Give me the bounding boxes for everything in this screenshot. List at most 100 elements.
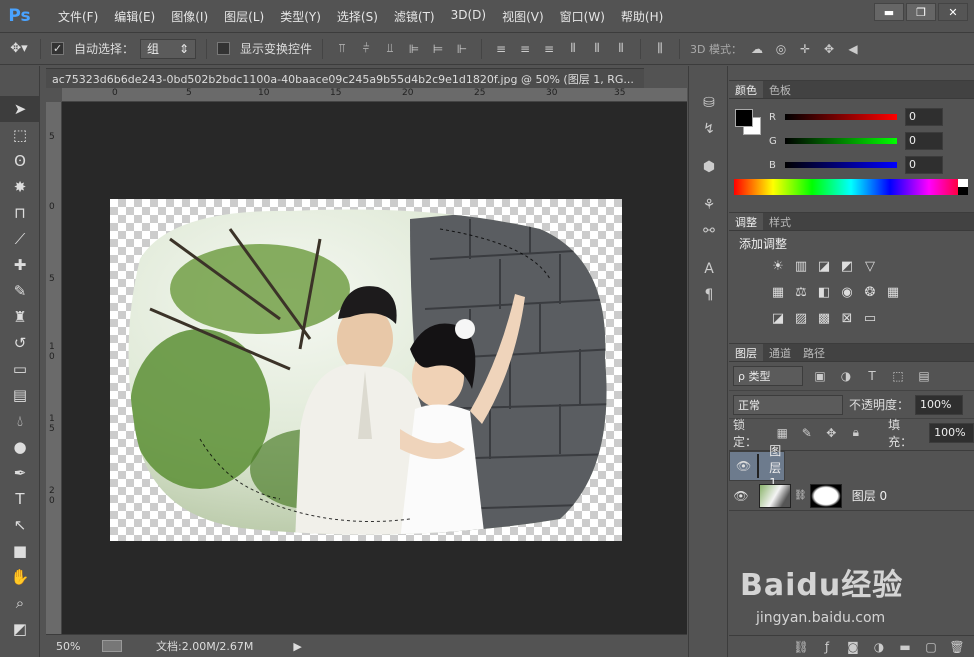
vibrance-icon[interactable]: ▽: [861, 256, 879, 276]
green-value[interactable]: 0: [905, 132, 943, 150]
filter-type-icon[interactable]: T: [863, 367, 881, 385]
eraser-tool-icon[interactable]: ▭: [0, 356, 40, 382]
align-bottom-icon[interactable]: ⫫: [381, 40, 399, 58]
layer-filter-dropdown[interactable]: ρ 类型: [733, 366, 803, 386]
minimize-button[interactable]: ▬: [874, 3, 904, 21]
distribute-right-icon[interactable]: ⦀: [612, 40, 630, 58]
exposure-icon[interactable]: ◩: [838, 256, 856, 276]
layer-row[interactable]: 👁︎ ⛓ 图层 0: [729, 481, 974, 511]
3d-panel-icon[interactable]: ⬢: [689, 154, 729, 180]
lasso-tool-icon[interactable]: ʘ: [0, 148, 40, 174]
layer-name[interactable]: 图层 0: [852, 487, 887, 504]
eyedropper-tool-icon[interactable]: ⟋: [0, 226, 40, 252]
color-lookup-icon[interactable]: ▦: [884, 282, 902, 302]
hand-tool-icon[interactable]: ✋: [0, 564, 40, 590]
red-slider[interactable]: [785, 114, 897, 120]
menu-help[interactable]: 帮助(H): [613, 8, 671, 25]
menu-3d[interactable]: 3D(D): [443, 8, 494, 25]
tab-channels[interactable]: 通道: [763, 344, 797, 361]
actions-panel-icon[interactable]: ↯: [689, 116, 729, 142]
distribute-bottom-icon[interactable]: ≡: [540, 40, 558, 58]
opacity-input[interactable]: 100%: [915, 394, 964, 415]
foreground-color-swatch[interactable]: [735, 109, 753, 127]
close-button[interactable]: ✕: [938, 3, 968, 21]
red-value[interactable]: 0: [905, 108, 943, 126]
filter-adjustment-icon[interactable]: ◑: [837, 367, 855, 385]
pen-tool-icon[interactable]: ✒: [0, 460, 40, 486]
paragraph-panel-icon[interactable]: ¶: [689, 282, 729, 308]
menu-edit[interactable]: 编辑(E): [106, 8, 163, 25]
blue-slider[interactable]: [785, 162, 897, 168]
document-image[interactable]: [110, 199, 622, 541]
status-icon[interactable]: [102, 640, 122, 652]
lock-position-icon[interactable]: ✥: [823, 424, 840, 442]
character-panel-icon[interactable]: A: [689, 256, 729, 282]
color-spectrum[interactable]: [734, 179, 968, 195]
marquee-tool-icon[interactable]: ⬚: [0, 122, 40, 148]
distribute-vcenter-icon[interactable]: ≡: [516, 40, 534, 58]
restore-button[interactable]: ❐: [906, 3, 936, 21]
3d-pan-icon[interactable]: ✛: [796, 40, 814, 58]
path-selection-tool-icon[interactable]: ↖: [0, 512, 40, 538]
menu-image[interactable]: 图像(I): [163, 8, 216, 25]
history-brush-tool-icon[interactable]: ↺: [0, 330, 40, 356]
gradient-map-icon[interactable]: ▭: [861, 308, 879, 328]
color-swatches-icon[interactable]: ◩: [0, 616, 40, 642]
green-slider[interactable]: [785, 138, 897, 144]
photo-filter-icon[interactable]: ◉: [838, 282, 856, 302]
tab-styles[interactable]: 样式: [763, 213, 797, 230]
auto-select-dropdown[interactable]: 组 ⇕: [140, 38, 197, 59]
blue-value[interactable]: 0: [905, 156, 943, 174]
tab-swatches[interactable]: 色板: [763, 81, 797, 98]
posterize-icon[interactable]: ▨: [792, 308, 810, 328]
tab-adjustments[interactable]: 调整: [729, 213, 763, 230]
align-vcenter-icon[interactable]: ⫩: [357, 40, 375, 58]
menu-window[interactable]: 窗口(W): [552, 8, 613, 25]
move-tool-icon[interactable]: ➤: [0, 96, 40, 122]
fill-input[interactable]: 100%: [929, 422, 974, 443]
dodge-tool-icon[interactable]: ●: [0, 434, 40, 460]
gradient-tool-icon[interactable]: ▤: [0, 382, 40, 408]
auto-align-icon[interactable]: ⫼: [651, 40, 669, 58]
brush-panel-icon[interactable]: ⚘: [689, 192, 729, 218]
tab-paths[interactable]: 路径: [797, 344, 831, 361]
channel-mixer-icon[interactable]: ❂: [861, 282, 879, 302]
type-tool-icon[interactable]: T: [0, 486, 40, 512]
distribute-top-icon[interactable]: ≡: [492, 40, 510, 58]
healing-brush-tool-icon[interactable]: ✚: [0, 252, 40, 278]
blend-mode-dropdown[interactable]: 正常: [733, 394, 843, 415]
levels-icon[interactable]: ▥: [792, 256, 810, 276]
curves-icon[interactable]: ◪: [815, 256, 833, 276]
move-tool-preset-icon[interactable]: ✥▾: [8, 39, 30, 59]
rectangle-tool-icon[interactable]: ■: [0, 538, 40, 564]
show-transform-checkbox[interactable]: [217, 42, 231, 55]
brightness-icon[interactable]: ☀: [769, 256, 787, 276]
mask-link-icon[interactable]: ⛓: [794, 490, 807, 501]
brush-presets-icon[interactable]: ⚯: [689, 218, 729, 244]
3d-slide-icon[interactable]: ✥: [820, 40, 838, 58]
menu-file[interactable]: 文件(F): [50, 8, 106, 25]
visibility-eye-icon[interactable]: 👁︎: [729, 489, 753, 503]
threshold-icon[interactable]: ▩: [815, 308, 833, 328]
filter-shape-icon[interactable]: ⬚: [889, 367, 907, 385]
align-top-icon[interactable]: ⫪: [333, 40, 351, 58]
3d-scale-icon[interactable]: ◀: [844, 40, 862, 58]
filter-pixel-icon[interactable]: ▣: [811, 367, 829, 385]
layer-row[interactable]: 👁︎ 图层 1: [729, 444, 785, 490]
black-white-icon[interactable]: ◧: [815, 282, 833, 302]
magic-wand-tool-icon[interactable]: ✸: [0, 174, 40, 200]
3d-orbit-icon[interactable]: ☁: [748, 40, 766, 58]
tab-layers[interactable]: 图层: [729, 344, 763, 361]
blur-tool-icon[interactable]: 💧︎: [0, 408, 40, 434]
menu-select[interactable]: 选择(S): [329, 8, 386, 25]
color-balance-icon[interactable]: ⚖: [792, 282, 810, 302]
lock-pixels-icon[interactable]: ✎: [799, 424, 816, 442]
status-arrow-icon[interactable]: ▶: [293, 640, 301, 653]
align-hcenter-icon[interactable]: ⊨: [429, 40, 447, 58]
invert-icon[interactable]: ◪: [769, 308, 787, 328]
history-panel-icon[interactable]: ⛁: [689, 90, 729, 116]
align-left-icon[interactable]: ⊫: [405, 40, 423, 58]
zoom-level[interactable]: 50%: [56, 640, 96, 653]
brush-tool-icon[interactable]: ✎: [0, 278, 40, 304]
lock-transparency-icon[interactable]: ▦: [774, 424, 791, 442]
